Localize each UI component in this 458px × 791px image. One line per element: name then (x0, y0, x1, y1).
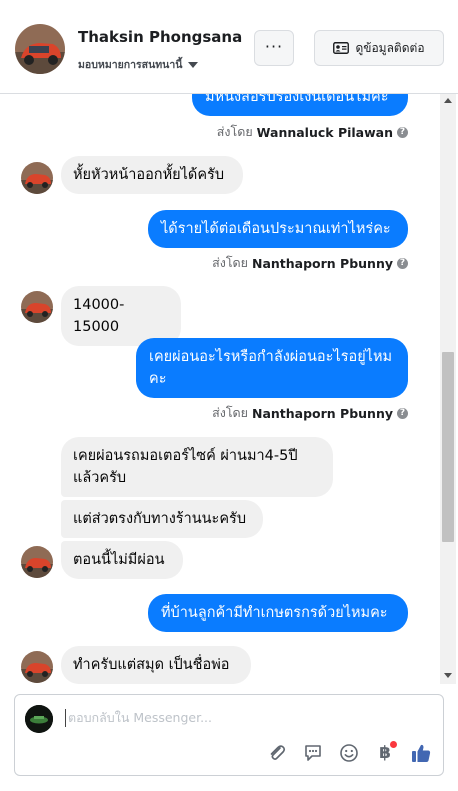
message-thread[interactable]: มีหนังสือรับรองเงินเดือนไม่คะ ส่งโดย Wann… (0, 94, 438, 684)
incoming-message[interactable]: ทำครับแต่สมุด เป็นชื่อพ่อ (61, 646, 251, 684)
message-text: ได้รายได้ต่อเดือนประมาณเท่าไหร่คะ (161, 221, 391, 237)
outgoing-message[interactable]: ที่บ้านลูกค้ามีทำเกษตรกรด้วยไหมคะ (148, 594, 408, 632)
emoji-icon (340, 744, 358, 762)
thumbs-up-icon (412, 744, 431, 762)
sent-by-label: ส่งโดย Wannaluck Pilawan? (217, 122, 408, 142)
incoming-message[interactable]: หั้ยหัวหน้าออกหั้ยได้ครับ (61, 156, 243, 194)
message-text: หั้ยหัวหน้าออกหั้ยได้ครับ (73, 167, 225, 183)
sent-by-name: Nanthaporn Pbunny (251, 405, 393, 421)
incoming-message[interactable]: แต่ส่วตรงกับทางร้านนะครับ (61, 500, 263, 538)
message-text: มีหนังสือรับรองเงินเดือนไม่คะ (205, 94, 389, 105)
incoming-message[interactable]: 14000-15000 (61, 286, 181, 346)
outgoing-message[interactable]: มีหนังสือรับรองเงินเดือนไม่คะ (192, 94, 408, 116)
message-text: แต่ส่วตรงกับทางร้านนะครับ (73, 511, 247, 527)
notification-dot (390, 741, 397, 748)
sent-by-prefix: ส่งโดย (212, 255, 248, 270)
message-text: เคยผ่อนรถมอเตอร์ไซค์ ผ่านมา4-5ปีแล้วครับ (73, 448, 298, 486)
help-icon[interactable]: ? (397, 407, 408, 419)
conversation-header: Thaksin Phongsana มอบหมายการสนทนานี้ ···… (0, 0, 458, 94)
sent-by-name: Nanthaporn Pbunny (251, 255, 393, 271)
outgoing-message[interactable]: ได้รายได้ต่อเดือนประมาณเท่าไหร่คะ (148, 210, 408, 248)
reply-composer: ตอบกลับใน Messenger... ฿ (14, 694, 444, 776)
contact-card-icon (333, 42, 350, 54)
sent-by-name: Wannaluck Pilawan (256, 124, 393, 140)
message-text: ตอนนี้ไม่มีผ่อน (73, 552, 165, 568)
message-text: 14000-15000 (73, 297, 125, 335)
more-icon: ··· (264, 37, 284, 56)
contact-avatar-small[interactable] (21, 291, 53, 323)
help-icon[interactable]: ? (397, 126, 408, 138)
view-contact-info-label: ดูข้อมูลติดต่อ (355, 40, 425, 55)
like-button[interactable] (409, 741, 433, 765)
message-text: เคยผ่อนอะไรหรือกำลังผ่อนอะไรอยู่ไหมคะ (149, 349, 393, 387)
incoming-message[interactable]: เคยผ่อนรถมอเตอร์ไซค์ ผ่านมา4-5ปีแล้วครับ (61, 437, 333, 497)
chevron-down-icon (188, 62, 199, 68)
contact-avatar-small[interactable] (21, 546, 53, 578)
sent-by-label: ส่งโดย Nanthaporn Pbunny? (212, 253, 408, 273)
assign-label: มอบหมายการสนทนานี้ (78, 59, 183, 71)
help-icon[interactable]: ? (397, 257, 408, 269)
more-options-button[interactable]: ··· (254, 30, 294, 66)
contact-avatar[interactable] (15, 24, 65, 74)
contact-avatar-small[interactable] (21, 162, 53, 194)
saved-replies-button[interactable] (301, 741, 325, 765)
incoming-message[interactable]: ตอนนี้ไม่มีผ่อน (61, 541, 183, 579)
payment-button[interactable]: ฿ (373, 741, 397, 765)
attachment-button[interactable] (265, 741, 289, 765)
scrollbar-thumb[interactable] (442, 352, 454, 542)
sent-by-label: ส่งโดย Nanthaporn Pbunny? (212, 403, 408, 423)
chat-scrollbar[interactable] (440, 94, 456, 684)
chat-bubble-icon (305, 745, 321, 761)
reply-input[interactable]: ตอบกลับใน Messenger... (65, 709, 408, 727)
sent-by-prefix: ส่งโดย (216, 124, 253, 139)
scroll-up-arrow-icon[interactable] (444, 98, 452, 103)
contact-name[interactable]: Thaksin Phongsana (78, 28, 242, 46)
baht-payment-icon: ฿ (379, 743, 391, 763)
assign-conversation-dropdown[interactable]: มอบหมายการสนทนานี้ (78, 56, 199, 73)
page-avatar (25, 705, 53, 733)
sent-by-prefix: ส่งโดย (212, 405, 248, 420)
message-text: ทำครับแต่สมุด เป็นชื่อพ่อ (73, 657, 230, 673)
contact-avatar-small[interactable] (21, 651, 53, 683)
emoji-button[interactable] (337, 741, 361, 765)
scroll-down-arrow-icon[interactable] (444, 673, 452, 678)
attachment-icon (270, 745, 286, 760)
view-contact-info-button[interactable]: ดูข้อมูลติดต่อ (314, 30, 444, 66)
message-text: ที่บ้านลูกค้ามีทำเกษตรกรด้วยไหมคะ (161, 605, 388, 621)
outgoing-message[interactable]: เคยผ่อนอะไรหรือกำลังผ่อนอะไรอยู่ไหมคะ (136, 338, 408, 398)
